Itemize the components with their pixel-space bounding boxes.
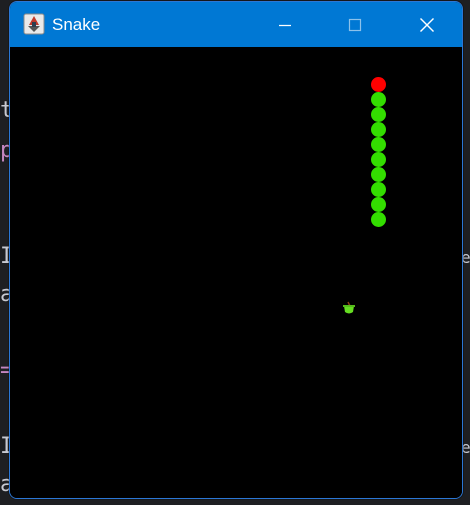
snake-body-segment	[371, 92, 386, 107]
snake-body-segment	[371, 197, 386, 212]
game-board[interactable]	[10, 47, 462, 498]
window-title: Snake	[52, 15, 101, 34]
minimize-icon	[279, 24, 291, 26]
maximize-button[interactable]	[320, 2, 390, 47]
snake-body-segment	[371, 137, 386, 152]
snake-body-segment	[371, 107, 386, 122]
apple-icon	[343, 301, 355, 314]
snake-window: Snake	[9, 1, 463, 499]
snake-body-segment	[371, 152, 386, 167]
close-icon	[420, 17, 434, 32]
snake-body-segment	[371, 212, 386, 227]
maximize-icon	[348, 18, 362, 31]
snake-body-segment	[371, 122, 386, 137]
snake-body-segment	[371, 167, 386, 182]
snake-head	[371, 77, 386, 92]
title-bar[interactable]: Snake	[10, 2, 462, 47]
close-button[interactable]	[392, 2, 462, 47]
java-app-icon	[23, 13, 45, 35]
snake-body-segment	[371, 182, 386, 197]
minimize-button[interactable]	[250, 2, 320, 47]
